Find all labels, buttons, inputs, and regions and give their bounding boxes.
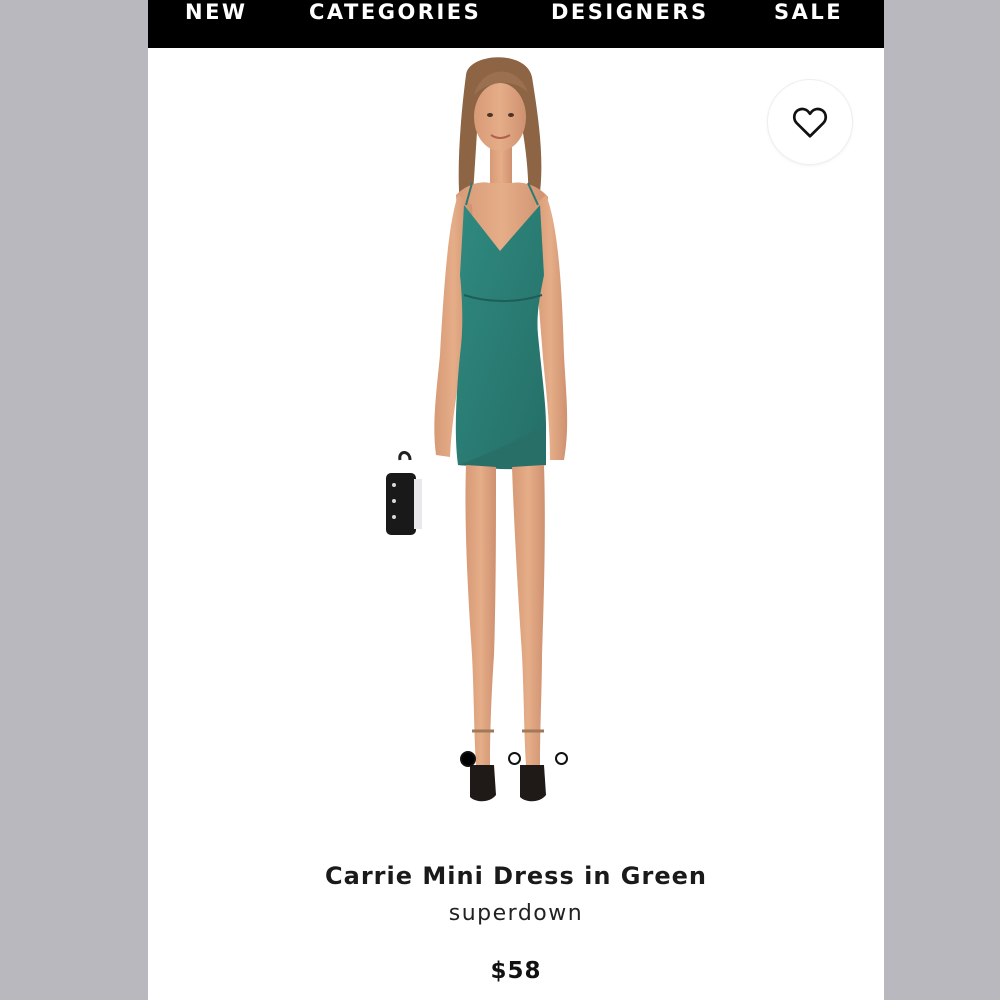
product-brand[interactable]: superdown	[148, 901, 884, 926]
product-screen: NEW CATEGORIES DESIGNERS SALE Carrie Min…	[148, 0, 884, 1000]
image-carousel-indicator	[148, 751, 884, 770]
product-title: Carrie Mini Dress in Green	[325, 862, 707, 890]
product-photo[interactable]	[378, 55, 628, 835]
favorite-button[interactable]	[768, 80, 852, 164]
product-price: $58	[490, 958, 542, 984]
right-margin	[884, 0, 1000, 1000]
top-navigation: NEW CATEGORIES DESIGNERS SALE	[148, 0, 884, 48]
nav-item-sale[interactable]: SALE	[774, 0, 843, 26]
carousel-dot-3[interactable]	[555, 752, 568, 765]
nav-item-new[interactable]: NEW	[185, 0, 248, 26]
left-margin	[0, 0, 148, 1000]
nav-item-categories[interactable]: CATEGORIES	[309, 0, 481, 26]
carousel-dot-2[interactable]	[508, 752, 521, 765]
heart-outline-icon	[792, 107, 828, 138]
nav-item-designers[interactable]: DESIGNERS	[551, 0, 709, 26]
carousel-dot-1[interactable]	[460, 751, 476, 767]
